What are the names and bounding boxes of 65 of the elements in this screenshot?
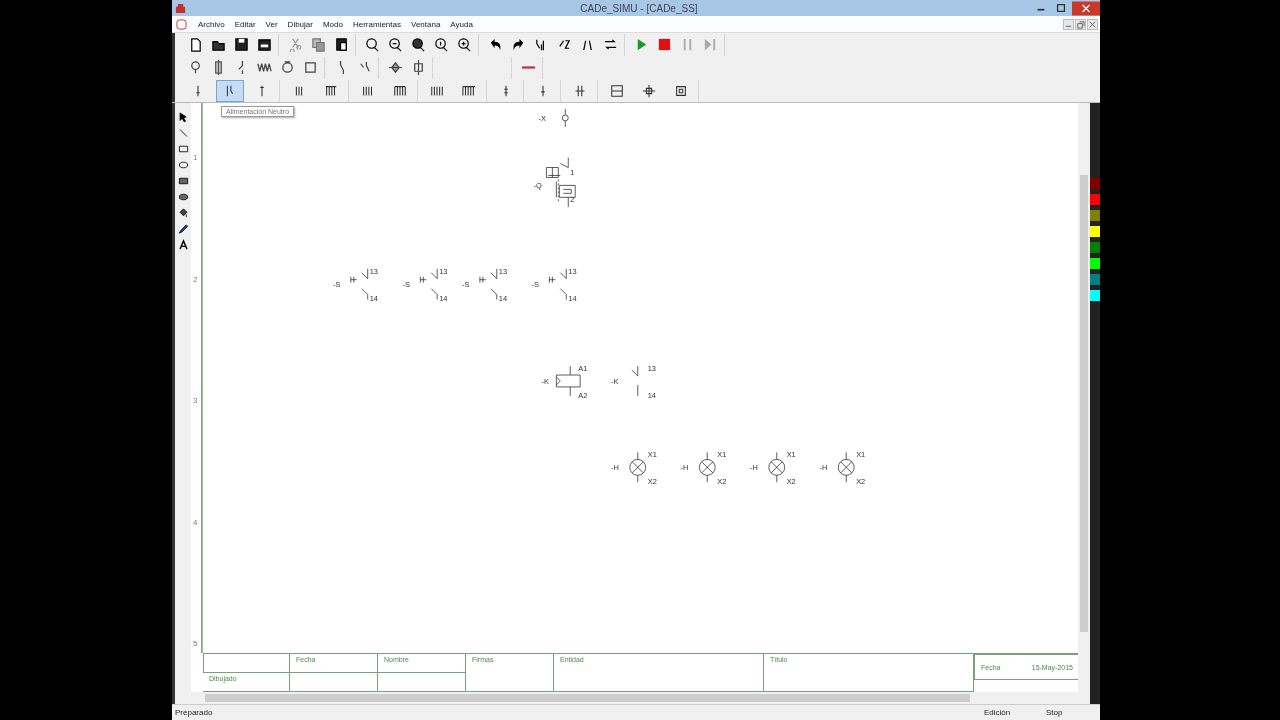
scrollbar-thumb[interactable] [1080,175,1088,632]
ruler-number: 2 [193,274,198,284]
pushbutton-symbol[interactable] [419,268,438,300]
filled-rectangle-icon[interactable] [177,175,189,187]
lamp-symbol[interactable] [698,452,716,483]
rectangle-tool-icon[interactable] [177,143,189,155]
lamp-symbol[interactable] [629,452,647,483]
zoom-icon[interactable] [433,37,449,52]
restore-button[interactable] [1075,18,1086,30]
stop-icon[interactable] [656,37,672,52]
color-swatch[interactable] [1090,178,1100,189]
menu-item[interactable]: Ventana [406,19,446,29]
zoom-icon[interactable] [456,37,472,52]
color-swatch[interactable] [1090,274,1100,285]
scrollbar-thumb[interactable] [205,694,970,702]
color-swatch[interactable] [1090,226,1100,237]
menu-item[interactable]: Dibujar [282,19,318,29]
color-swatch[interactable] [1090,242,1100,253]
paste-icon[interactable] [333,37,349,52]
save-icon[interactable] [233,37,249,52]
ruler-number: 4 [193,517,198,527]
pencil-icon[interactable] [177,223,189,235]
pushbutton-symbol[interactable] [350,268,369,300]
ellipse-tool-icon[interactable] [177,159,189,171]
terminal-symbol[interactable] [561,108,569,128]
motor-icon[interactable] [279,60,295,75]
ruler-number: 5 [193,639,198,649]
pushbutton-symbol[interactable] [549,268,567,300]
pointer-icon[interactable] [177,111,189,123]
status-state: Stop [1045,708,1064,717]
rectangle-symbol-icon[interactable] [302,60,318,75]
ruler-number: 3 [193,395,198,405]
app-icon [175,2,186,14]
status-message: Preparado [174,708,214,717]
color-swatch[interactable] [1090,194,1100,205]
status-mode: Edición [983,708,1012,717]
menu-item[interactable]: Herramientas [347,19,406,29]
menu-item[interactable]: Editar [229,19,261,29]
breaker-symbol[interactable] [546,157,576,208]
minimize-button[interactable] [1063,18,1074,30]
pushbutton-symbol[interactable] [479,268,498,300]
close-button[interactable] [1087,18,1098,30]
color-swatch[interactable] [1090,210,1100,221]
zoom-icon[interactable] [387,37,403,52]
menu-item[interactable]: Ayuda [445,19,478,29]
color-swatch[interactable] [1090,258,1100,269]
lamp-symbol[interactable] [837,452,855,483]
menu-item[interactable]: Ver [260,19,283,29]
line-tool-icon[interactable] [177,127,189,139]
menu-item[interactable]: Modo [317,19,348,29]
menu-item[interactable]: Archivo [193,19,230,29]
save-icon[interactable] [256,37,272,52]
close-button[interactable] [1072,0,1100,16]
diamond-symbol-icon[interactable] [387,60,403,75]
paint-bucket-icon[interactable] [177,207,189,219]
zoom-icon[interactable] [364,37,380,52]
color-swatch[interactable] [1090,290,1100,301]
copy-icon[interactable] [310,37,326,52]
zoom-icon[interactable] [410,37,426,52]
text-tool-icon[interactable] [177,239,189,251]
contact-symbol[interactable] [631,365,639,397]
window-title: CADe_SIMU - [CADe_SS] [579,2,699,14]
ruler-number: 1 [193,152,198,162]
lamp-symbol[interactable] [768,452,786,483]
arrows-icon[interactable] [602,37,618,52]
